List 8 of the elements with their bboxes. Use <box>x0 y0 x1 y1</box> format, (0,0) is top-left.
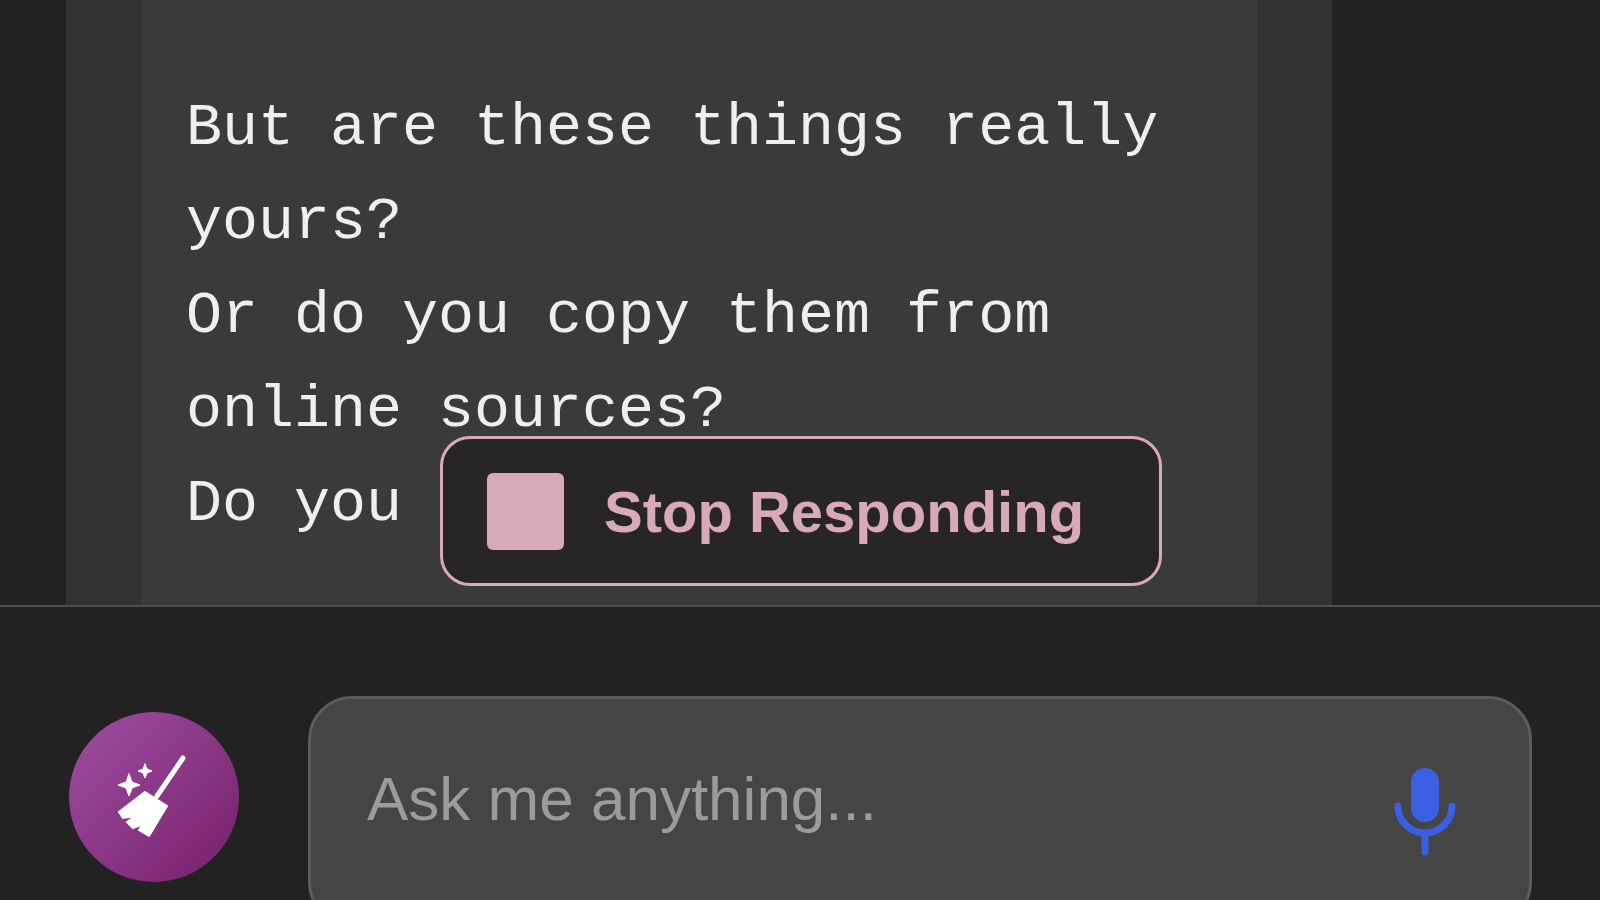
text-line: Do you <box>186 469 403 540</box>
message-input[interactable]: Ask me anything... <box>308 696 1532 900</box>
stop-icon <box>487 472 564 550</box>
text-line: But are these things really <box>186 93 1159 164</box>
stop-responding-button[interactable]: Stop Responding <box>440 436 1162 586</box>
microphone-icon <box>1392 766 1458 856</box>
text-line: Or do you copy them from <box>186 281 1051 352</box>
text-line: yours? <box>186 187 403 258</box>
